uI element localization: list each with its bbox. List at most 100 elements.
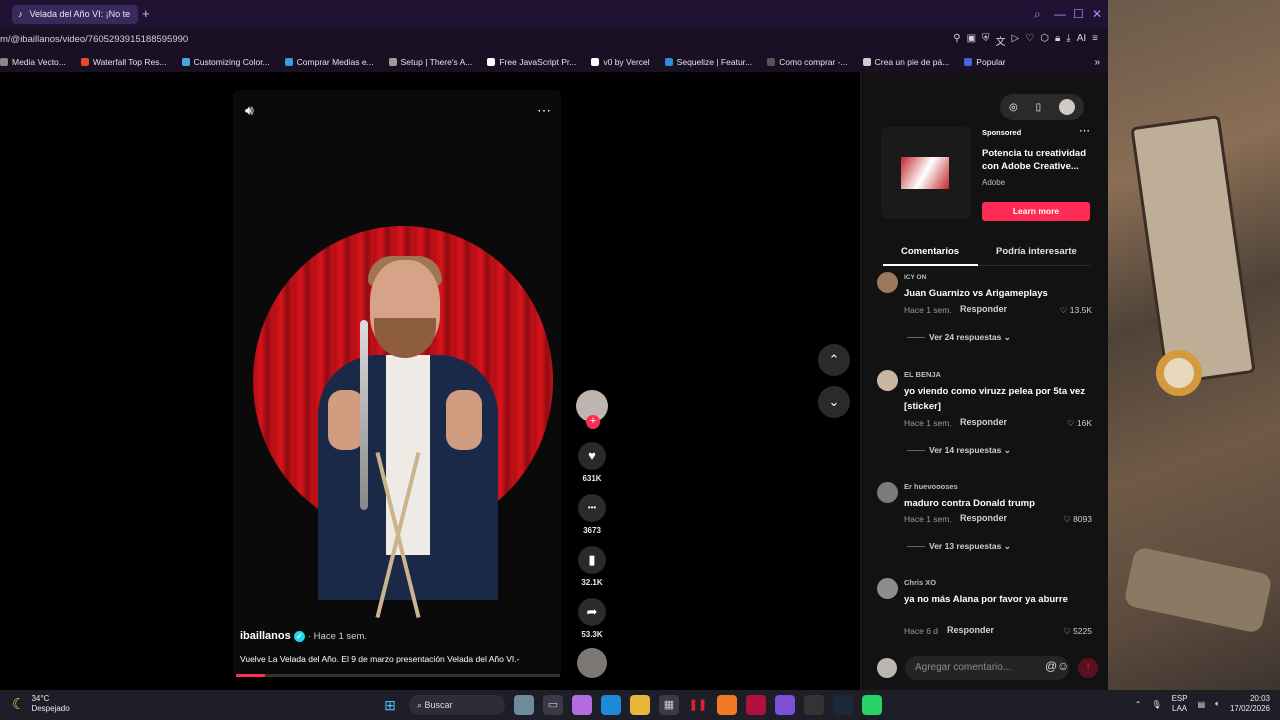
whatsapp-icon[interactable]: [862, 695, 882, 715]
view-replies[interactable]: Ver 14 respuestas ⌄: [907, 445, 1011, 456]
video-author[interactable]: ibaillanos: [240, 630, 291, 642]
network-icon[interactable]: ▤: [1198, 700, 1206, 709]
commenter-name[interactable]: Er huevoooses: [904, 482, 958, 491]
compass-icon[interactable]: ◎: [1009, 102, 1018, 113]
view-replies[interactable]: Ver 24 respuestas ⌄: [907, 332, 1011, 343]
ad-thumbnail[interactable]: [881, 127, 971, 219]
brave-icon[interactable]: [717, 695, 737, 715]
author-avatar[interactable]: +: [576, 390, 608, 429]
action-share[interactable]: ➦ 53.3K: [576, 598, 608, 639]
search-icon[interactable]: ⌕: [1034, 7, 1041, 22]
next-video-button[interactable]: ⌄: [818, 386, 850, 418]
bookmark-item[interactable]: Comprar Medias e...: [284, 57, 374, 67]
bookmarks-overflow-icon[interactable]: »: [1094, 57, 1100, 68]
commenter-avatar[interactable]: [877, 482, 898, 503]
opera-gx-icon[interactable]: ❚❚: [688, 695, 708, 715]
emoji-icon[interactable]: ☺: [1057, 659, 1069, 673]
chrome-icon[interactable]: [804, 695, 824, 715]
follow-icon[interactable]: +: [586, 415, 600, 429]
bookmark-item[interactable]: Sequelize | Featur...: [664, 57, 752, 67]
shield-icon[interactable]: ⛨: [982, 33, 990, 48]
taskbar-search[interactable]: ⌕ Buscar: [409, 695, 505, 715]
translate-icon[interactable]: 文: [996, 33, 1006, 48]
comment-likes[interactable]: ♡ 13.5K: [1060, 305, 1092, 316]
comment-likes[interactable]: ♡ 16K: [1067, 418, 1092, 429]
copilot-icon[interactable]: [572, 695, 592, 715]
bookmark-icon[interactable]: ▮: [578, 546, 606, 574]
play-icon[interactable]: ▷: [1012, 33, 1020, 48]
steam-icon[interactable]: [833, 695, 853, 715]
url-text[interactable]: m/@ibaillanos/video/7605293915188595990: [0, 34, 188, 45]
lock-icon[interactable]: 🔒︎: [1055, 33, 1060, 48]
new-tab-button[interactable]: +: [142, 6, 150, 21]
extensions-icon[interactable]: ⬡: [1040, 33, 1049, 48]
commenter-name[interactable]: Chris XO: [904, 578, 936, 587]
clock[interactable]: 20:03 17/02/2026: [1230, 694, 1270, 714]
chevron-up-icon[interactable]: ⌃: [1135, 700, 1142, 709]
browser-tab[interactable]: ♪ Velada del Año VI: ¡No te: [12, 5, 138, 24]
action-comment[interactable]: ••• 3673: [576, 494, 608, 535]
more-options-icon[interactable]: ⋯: [537, 102, 551, 119]
windows-icon[interactable]: ⊞: [380, 695, 400, 715]
task-view-icon[interactable]: ▭: [543, 695, 563, 715]
action-heart[interactable]: ♥ 631K: [576, 442, 608, 483]
tab-interest[interactable]: Podría interesarte: [996, 246, 1077, 257]
mention-icon[interactable]: @: [1045, 659, 1057, 673]
bookmark-item[interactable]: Media Vecto...: [0, 57, 66, 67]
weather-widget[interactable]: ☾ 34°C Despejado: [12, 694, 70, 714]
comment-likes[interactable]: ♡ 8093: [1063, 514, 1092, 525]
edge-icon[interactable]: [601, 695, 621, 715]
bookmark-item[interactable]: Popular: [964, 57, 1006, 67]
close-icon[interactable]: ✕: [1092, 7, 1102, 21]
action-bookmark[interactable]: ▮ 32.1K: [576, 546, 608, 587]
send-icon[interactable]: ↑: [1078, 658, 1098, 678]
opera-icon[interactable]: [746, 695, 766, 715]
reply-button[interactable]: Responder: [960, 513, 1007, 523]
share-icon[interactable]: ➦: [578, 598, 606, 626]
store-icon[interactable]: ▦: [659, 695, 679, 715]
commenter-avatar[interactable]: [877, 272, 898, 293]
widget-icon[interactable]: [514, 695, 534, 715]
learn-more-button[interactable]: Learn more: [982, 202, 1090, 221]
language-indicator[interactable]: ESP LAA: [1172, 694, 1188, 714]
screenshot-icon[interactable]: ▣: [967, 33, 976, 48]
folder-icon[interactable]: [630, 695, 650, 715]
previous-video-button[interactable]: ⌃: [818, 344, 850, 376]
bookmark-item[interactable]: Crea un pie de pá...: [862, 57, 949, 67]
ai-button[interactable]: AI: [1077, 33, 1086, 48]
bookmark-item[interactable]: v0 by Vercel: [591, 57, 650, 67]
mic-icon[interactable]: 🎙︎: [1151, 700, 1161, 709]
reply-button[interactable]: Responder: [947, 625, 994, 635]
commenter-avatar[interactable]: [877, 578, 898, 599]
maximize-icon[interactable]: ☐: [1073, 7, 1084, 21]
device-icon[interactable]: ▯: [1036, 102, 1042, 113]
bookmark-item[interactable]: Setup | There's A...: [388, 57, 472, 67]
commenter-avatar[interactable]: [877, 370, 898, 391]
reply-button[interactable]: Responder: [960, 304, 1007, 314]
video-player[interactable]: 🔊︎ ⋯ ibaillanos ✓ · Hace 1 sem. Vuelve L…: [233, 90, 561, 676]
menu-icon[interactable]: ≡: [1092, 33, 1098, 48]
view-replies[interactable]: Ver 13 respuestas ⌄: [907, 541, 1011, 552]
download-icon[interactable]: ⤓: [1066, 33, 1070, 48]
sound-avatar[interactable]: [577, 648, 607, 678]
bookmark-item[interactable]: Free JavaScript Pr...: [487, 57, 576, 67]
heart-icon[interactable]: ♥: [578, 442, 606, 470]
speaker-icon[interactable]: 🔈︎: [1215, 699, 1220, 709]
ad-title[interactable]: Potencia tu creatividad con Adobe Creati…: [982, 147, 1094, 173]
comment-likes[interactable]: ♡ 5225: [1063, 626, 1092, 637]
heart-outline-icon[interactable]: ♡: [1025, 33, 1034, 48]
minimize-icon[interactable]: —: [1054, 7, 1066, 21]
ad-more-icon[interactable]: ⋯: [1079, 124, 1090, 137]
bookmark-item[interactable]: Customizing Color...: [181, 57, 270, 67]
bookmark-item[interactable]: Waterfall Top Res...: [80, 57, 167, 67]
tab-comments[interactable]: Comentarios: [901, 246, 959, 257]
reply-button[interactable]: Responder: [960, 417, 1007, 427]
commenter-name[interactable]: ICY ON: [904, 274, 926, 281]
volume-icon[interactable]: 🔊︎: [245, 102, 254, 119]
pin-icon[interactable]: ⚲: [953, 33, 960, 48]
commenter-name[interactable]: EL BENJA: [904, 370, 941, 379]
comment-icon[interactable]: •••: [578, 494, 606, 522]
bookmark-item[interactable]: Como comprar -...: [767, 57, 848, 67]
profile-avatar[interactable]: [1059, 99, 1076, 115]
video-progress-bar[interactable]: [236, 674, 560, 677]
